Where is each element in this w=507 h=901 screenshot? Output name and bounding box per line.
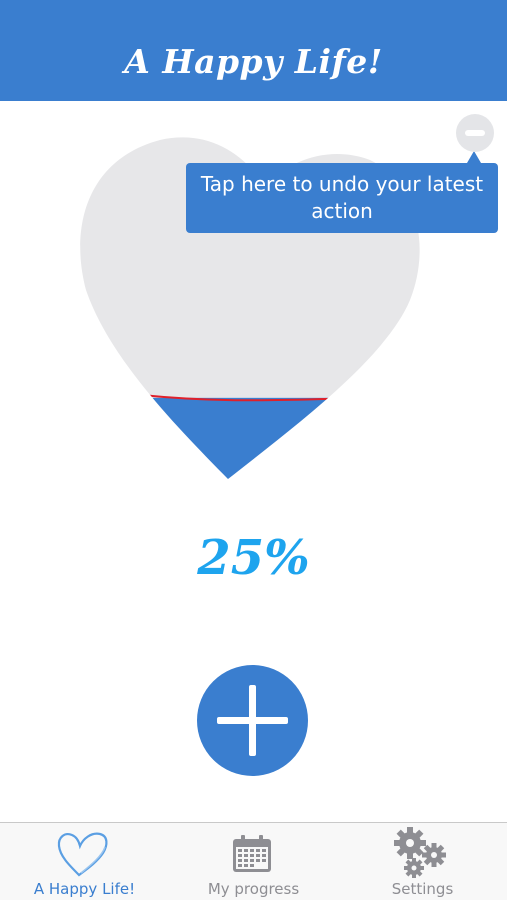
- gears-icon: [394, 827, 446, 878]
- undo-tooltip: Tap here to undo your latest action: [186, 163, 498, 233]
- tab-label: My progress: [207, 880, 300, 898]
- tab-my-progress[interactable]: My progress: [169, 823, 338, 901]
- heart-icon: [57, 832, 108, 877]
- minus-icon: [465, 130, 485, 136]
- add-button[interactable]: [197, 665, 308, 776]
- tab-label: A Happy Life!: [33, 880, 136, 898]
- undo-button[interactable]: [456, 114, 494, 152]
- app-header: A Happy Life!: [0, 0, 507, 101]
- tab-happy-life[interactable]: A Happy Life!: [0, 823, 169, 901]
- tab-settings[interactable]: Settings: [338, 823, 507, 901]
- app-title: A Happy Life!: [124, 42, 383, 81]
- tab-label: Settings: [391, 880, 454, 898]
- tooltip-arrow: [467, 151, 481, 163]
- heart-progress-meter: [80, 137, 420, 479]
- calendar-icon: [233, 835, 271, 872]
- progress-percent: 25%: [197, 530, 310, 586]
- heart-fill: [80, 397, 420, 479]
- tab-bar: A Happy Life! My progress Settings: [0, 822, 507, 900]
